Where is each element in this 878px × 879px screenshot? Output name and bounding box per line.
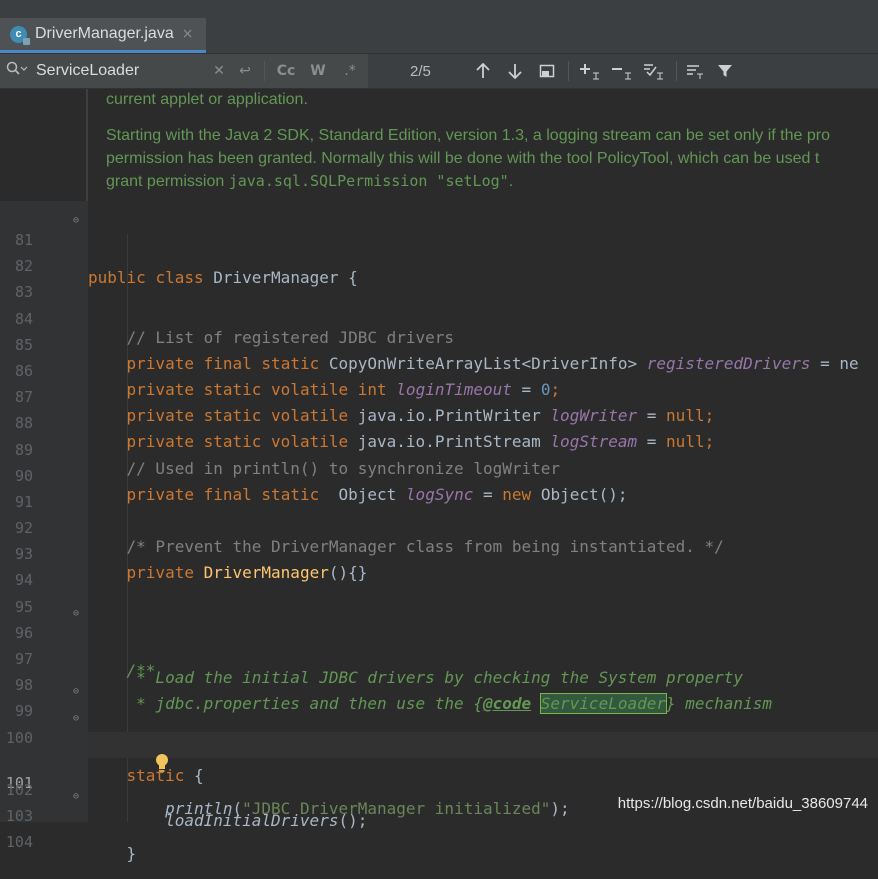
doc-text: permission has been granted. Normally th… (106, 149, 820, 167)
code-editor[interactable]: 81 ⊖ public class DriverManager { 82 83 … (0, 208, 878, 863)
fold-end-icon[interactable]: ⊖ (73, 791, 83, 802)
doc-text: . (508, 173, 514, 190)
code-line: 90 private final static Object logSync =… (0, 444, 878, 504)
add-selection-icon[interactable] (578, 54, 604, 88)
find-bar: ✕ ↩ Cc W .* 2/5 (0, 54, 878, 89)
fold-end-icon[interactable]: ⊖ (73, 686, 83, 697)
code-line: 95 (0, 575, 878, 616)
code-line: 85 private final static CopyOnWriteArray… (0, 313, 878, 373)
newline-icon[interactable]: ↩ (234, 54, 256, 88)
tab-title: DriverManager.java (35, 25, 174, 42)
close-icon[interactable]: × (182, 26, 194, 42)
doc-text: current applet or application. (106, 91, 308, 108)
doc-gutter (0, 89, 88, 201)
current-line-highlight (88, 731, 878, 758)
code-line: 84 // List of registered JDBC drivers (0, 287, 878, 347)
filter-icon[interactable] (684, 54, 706, 88)
code-line: 89 // Used in println() to synchronize l… (0, 418, 878, 478)
search-input[interactable] (34, 61, 208, 81)
match-count: 2/5 (410, 62, 431, 80)
divider (264, 61, 265, 81)
doc-code: java.sql.SQLPermission "setLog" (228, 172, 509, 190)
code-text: } (126, 844, 137, 864)
code-line: 87 private static volatile java.io.Print… (0, 365, 878, 425)
code-line: 94 (0, 548, 878, 589)
divider (568, 61, 569, 81)
code-line: 86 private static volatile int loginTime… (0, 339, 878, 399)
code-line: 100 ⊖ static { (0, 706, 878, 785)
words-icon[interactable]: W (307, 54, 329, 88)
code-line: 93 private DriverManager(){} (0, 522, 878, 582)
match-case-icon[interactable]: Cc (274, 54, 298, 88)
code-line: 82 (0, 234, 878, 275)
fold-icon[interactable]: ⊖ (73, 713, 83, 724)
fold-icon[interactable]: ⊖ (73, 608, 83, 619)
fold-icon[interactable]: ⊖ (73, 215, 83, 226)
code-line: 81 ⊖ public class DriverManager { (0, 208, 878, 287)
code-line: 102 println("JDBC DriverManager initiali… (0, 758, 878, 818)
code-line: 91 (0, 470, 878, 511)
select-all-icon[interactable] (642, 54, 668, 88)
code-line: 92 /* Prevent the DriverManager class fr… (0, 496, 878, 556)
code-line-current: 101 loadInitialDrivers(); (0, 731, 878, 830)
code-line: 96 ⊖ /** (0, 601, 878, 680)
code-line: 97 * Load the initial JDBC drivers by ch… (0, 627, 878, 687)
next-occurrence-icon[interactable] (504, 54, 526, 88)
line-number: 104 (5, 833, 33, 852)
doc-text: Starting with the Java 2 SDK, Standard E… (106, 127, 830, 144)
doc-text: grant permission (106, 173, 229, 190)
prev-occurrence-icon[interactable] (472, 54, 494, 88)
code-line: 99 ⊖ */ (0, 679, 878, 758)
code-line: 98 * jdbc.properties and then use the {@… (0, 653, 878, 715)
doc-text: grant permission java.sql.SQLPermission … (106, 170, 830, 194)
regex-icon[interactable]: .* (339, 54, 361, 88)
editor-tab-bar: c DriverManager.java × (0, 0, 878, 54)
lightbulb-icon[interactable] (96, 734, 168, 772)
remove-selection-icon[interactable] (610, 54, 636, 88)
java-class-icon: c (10, 25, 30, 45)
clear-icon[interactable]: ✕ (210, 54, 228, 88)
funnel-icon[interactable] (714, 54, 736, 88)
code-line: 88 private static volatile java.io.Print… (0, 391, 878, 451)
code-line: 83 (0, 260, 878, 301)
search-icon[interactable] (6, 61, 28, 81)
doc-paragraph: Starting with the Java 2 SDK, Standard E… (106, 125, 830, 194)
divider (676, 61, 677, 81)
open-in-window-icon[interactable] (536, 54, 558, 88)
tab-driver-manager[interactable]: c DriverManager.java × (0, 18, 206, 53)
rendered-javadoc: current applet or application. Starting … (88, 89, 878, 201)
find-field: ✕ ↩ Cc W .* (0, 54, 368, 88)
code-line: 104 (0, 810, 878, 851)
watermark: https://blog.csdn.net/baidu_38609744 (617, 795, 868, 812)
